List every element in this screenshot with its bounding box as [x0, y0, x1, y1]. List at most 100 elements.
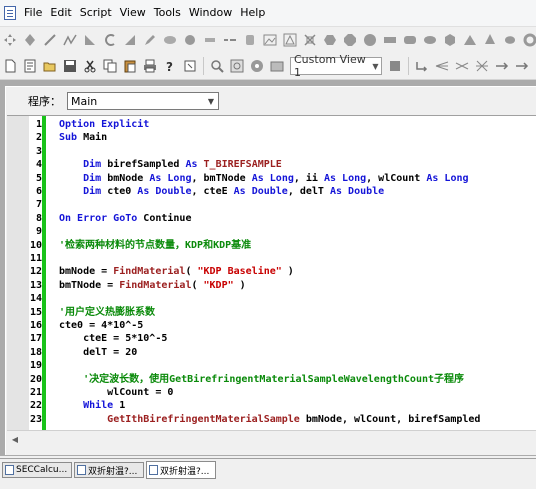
cylinder-icon[interactable] [242, 32, 258, 48]
tab-seccalcu[interactable]: SECCalcu... [2, 462, 72, 478]
new-script-icon[interactable] [22, 58, 38, 74]
tab-label: SECCalcu... [16, 465, 68, 475]
paste-icon[interactable] [122, 58, 138, 74]
code-text: Dim cte0 As Double, cteE As Double, delT… [59, 185, 384, 198]
code-text: '决定波长数，使用GetBirefringentMaterialSampleWa… [59, 373, 464, 386]
context-help-icon[interactable] [182, 58, 198, 74]
render-icon[interactable] [249, 58, 265, 74]
line-icon[interactable] [42, 32, 58, 48]
line-number: 19 [29, 360, 42, 372]
procedure-label: 程序： [28, 95, 61, 108]
trace-arrow-icon[interactable] [414, 58, 430, 74]
code-token: '用户定义热膨胀系数 [59, 306, 156, 318]
line-number: 4 [35, 159, 42, 171]
disc-icon[interactable] [362, 32, 378, 48]
custom-view-select[interactable]: Custom View 1 ▼ [290, 53, 382, 79]
copy-icon[interactable] [102, 58, 118, 74]
flat-lens-icon[interactable] [202, 32, 218, 48]
rounded-rect-icon[interactable] [402, 32, 418, 48]
save-icon[interactable] [62, 58, 78, 74]
code-token: birefSampled [107, 159, 186, 171]
line-number: 1 [35, 119, 42, 130]
code-text: '用户定义热膨胀系数 [59, 306, 155, 319]
octagon-icon[interactable] [342, 32, 358, 48]
code-text: On Error GoTo Continue [59, 212, 191, 225]
code-token: Dim [83, 186, 108, 197]
torus-icon[interactable] [522, 32, 536, 48]
code-text: wlCount = 0 [59, 386, 173, 399]
cut-icon[interactable] [82, 58, 98, 74]
code-editor[interactable]: 1 Option Explicit 2 Sub Main 3 4 Dim birefSam… [7, 115, 536, 430]
new-file-icon[interactable] [2, 58, 18, 74]
diamond-icon[interactable] [22, 32, 38, 48]
zoom-window-icon[interactable] [229, 58, 245, 74]
ray-cross-icon[interactable] [474, 58, 490, 74]
line-number: 10 [29, 239, 42, 251]
line-number: 9 [35, 226, 42, 238]
code-text: Option Explicit [59, 118, 149, 131]
prism-icon[interactable] [462, 32, 478, 48]
procedure-select[interactable]: Main ▼ [67, 92, 219, 110]
open-folder-icon[interactable] [42, 58, 58, 74]
code-token: Continue [143, 212, 192, 224]
lens-icon[interactable] [162, 32, 178, 48]
hexagon-icon[interactable] [322, 32, 338, 48]
horizontal-scrollbar[interactable]: ◀ [7, 430, 536, 448]
arrow-right-icon[interactable] [494, 58, 510, 74]
dashes-icon[interactable] [222, 32, 238, 48]
arrow-right-2-icon[interactable] [514, 58, 530, 74]
app-document-icon[interactable] [4, 6, 16, 20]
line-number: 11 [29, 253, 42, 264]
view-icon[interactable] [269, 58, 285, 74]
move-arrows-icon[interactable] [2, 32, 18, 48]
rect-icon[interactable] [382, 32, 398, 48]
sphere-icon[interactable] [182, 32, 198, 48]
menu-bar: File Edit Script View Tools Window Help [0, 0, 536, 27]
code-token: Main [83, 132, 108, 144]
triangle-box-icon[interactable] [282, 32, 298, 48]
zoom-icon[interactable] [209, 58, 225, 74]
arc-icon[interactable] [102, 32, 118, 48]
pen-icon[interactable] [142, 32, 158, 48]
wedge-icon[interactable] [122, 32, 138, 48]
ellipse-icon[interactable] [422, 32, 438, 48]
grid-tool-icon[interactable] [302, 32, 318, 48]
code-area[interactable]: 1 Option Explicit 2 Sub Main 3 4 Dim birefSam… [29, 116, 535, 430]
ray-spread-icon[interactable] [454, 58, 470, 74]
cone-icon[interactable] [482, 32, 498, 48]
toolbar-separator [408, 57, 409, 75]
corner-icon[interactable] [82, 32, 98, 48]
image-icon[interactable] [262, 32, 278, 48]
code-token: As Long [149, 172, 192, 184]
code-text: While 1 [59, 399, 125, 412]
save-view-icon[interactable] [387, 58, 403, 74]
code-text: Sub Main [59, 131, 107, 144]
menu-view[interactable]: View [116, 0, 150, 26]
menu-tools[interactable]: Tools [150, 0, 185, 26]
menu-window[interactable]: Window [185, 0, 236, 26]
line-number: 18 [29, 346, 42, 358]
help-icon[interactable]: ? [162, 58, 178, 74]
print-icon[interactable] [142, 58, 158, 74]
code-token: '检索两种材料的节点数量，KDP和KDP基准 [59, 239, 252, 251]
polyline-icon[interactable] [62, 32, 78, 48]
code-token: , delT [287, 186, 330, 197]
menu-script[interactable]: Script [76, 0, 116, 26]
tab-birefringence-1[interactable]: 双折射温?... [74, 462, 144, 478]
menu-file[interactable]: File [20, 0, 46, 26]
line-number: 12 [29, 266, 42, 278]
blob-icon[interactable] [502, 32, 518, 48]
ray-trace-icon[interactable] [434, 58, 450, 74]
line-number: 7 [35, 199, 42, 211]
cube-icon[interactable] [442, 32, 458, 48]
menu-edit[interactable]: Edit [46, 0, 75, 26]
code-text: delT = 20 [59, 346, 137, 359]
code-token: '决定波长数，使用GetBirefringentMaterialSampleWa… [83, 373, 465, 385]
tab-birefringence-2[interactable]: 双折射温?... [146, 461, 216, 479]
scroll-left-icon[interactable]: ◀ [9, 434, 21, 445]
custom-view-value: Custom View 1 [294, 53, 366, 79]
menu-help[interactable]: Help [236, 0, 269, 26]
